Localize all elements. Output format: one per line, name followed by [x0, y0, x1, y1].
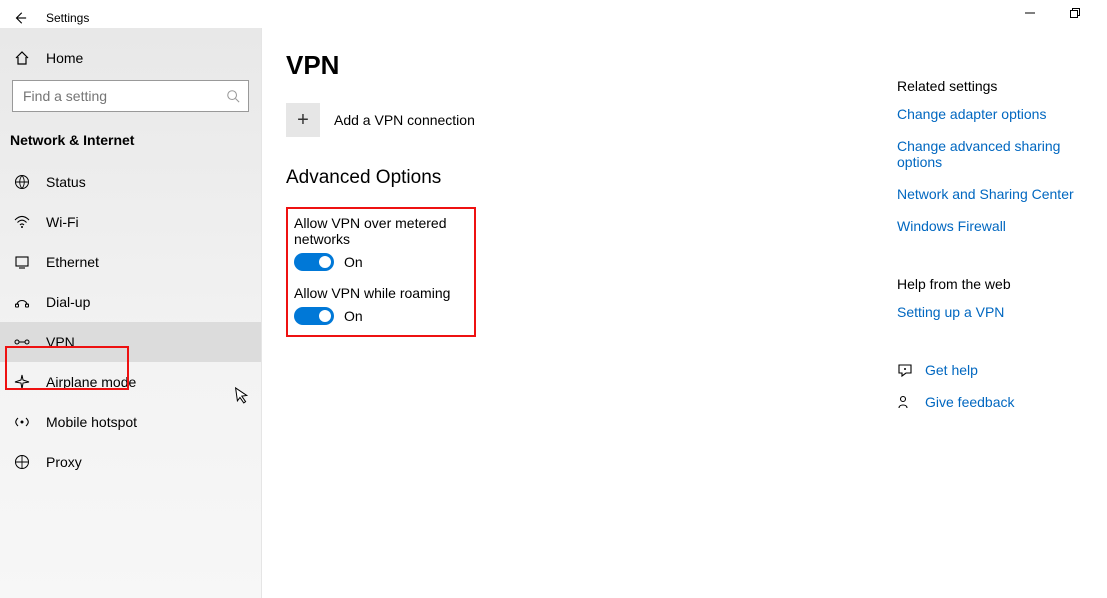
sidebar-item-label: Airplane mode: [46, 374, 136, 390]
search-icon: [226, 89, 240, 103]
sidebar-item-label: Mobile hotspot: [46, 414, 137, 430]
link-network-sharing-center[interactable]: Network and Sharing Center: [897, 186, 1097, 202]
toggle-state-roaming: On: [344, 308, 363, 324]
sidebar-item-proxy[interactable]: Proxy: [0, 442, 261, 482]
ethernet-icon: [14, 254, 30, 270]
status-icon: [14, 174, 30, 190]
sidebar: Settings Home Network & Internet Stat: [0, 28, 262, 598]
search-input[interactable]: [12, 80, 249, 112]
right-panel: Related settings Change adapter options …: [897, 48, 1097, 598]
toggle-metered[interactable]: [294, 253, 334, 271]
proxy-icon: [14, 454, 30, 470]
sidebar-item-ethernet[interactable]: Ethernet: [0, 242, 261, 282]
hotspot-icon: [14, 414, 30, 430]
vpn-icon: [14, 334, 30, 350]
sidebar-item-label: Dial-up: [46, 294, 90, 310]
sidebar-item-vpn[interactable]: VPN: [0, 322, 261, 362]
page-title: VPN: [286, 50, 897, 81]
link-setting-up-vpn[interactable]: Setting up a VPN: [897, 304, 1097, 320]
give-feedback-link[interactable]: Give feedback: [925, 394, 1015, 410]
sidebar-item-label: Proxy: [46, 454, 82, 470]
window-minimize-button[interactable]: [1007, 2, 1052, 24]
home-icon: [14, 50, 30, 66]
app-title: Settings: [46, 11, 89, 25]
toggle-roaming[interactable]: [294, 307, 334, 325]
sidebar-item-hotspot[interactable]: Mobile hotspot: [0, 402, 261, 442]
link-adapter-options[interactable]: Change adapter options: [897, 106, 1097, 122]
link-advanced-sharing[interactable]: Change advanced sharing options: [897, 138, 1097, 170]
sidebar-item-label: Ethernet: [46, 254, 99, 270]
link-windows-firewall[interactable]: Windows Firewall: [897, 218, 1097, 234]
give-feedback-row[interactable]: Give feedback: [897, 394, 1097, 410]
sidebar-item-wifi[interactable]: Wi-Fi: [0, 202, 261, 242]
option-label-metered: Allow VPN over metered networks: [294, 215, 468, 247]
wifi-icon: [14, 214, 30, 230]
feedback-icon: [897, 394, 913, 410]
airplane-icon: [14, 374, 30, 390]
sidebar-home-label: Home: [46, 50, 83, 66]
highlight-box-advanced-options: Allow VPN over metered networks On Allow…: [286, 207, 476, 337]
option-label-roaming: Allow VPN while roaming: [294, 285, 468, 301]
get-help-row[interactable]: Get help: [897, 362, 1097, 378]
main-content: VPN + Add a VPN connection Advanced Opti…: [286, 48, 897, 598]
help-from-web-heading: Help from the web: [897, 276, 1097, 292]
dialup-icon: [14, 294, 30, 310]
sidebar-nav: Status Wi-Fi Ethernet Dial-up: [0, 162, 261, 482]
sidebar-category: Network & Internet: [0, 118, 261, 162]
advanced-options-heading: Advanced Options: [286, 167, 897, 189]
sidebar-item-status[interactable]: Status: [0, 162, 261, 202]
sidebar-item-label: Wi-Fi: [46, 214, 79, 230]
add-vpn-button[interactable]: +: [286, 103, 320, 137]
plus-icon: +: [297, 109, 309, 132]
sidebar-item-dialup[interactable]: Dial-up: [0, 282, 261, 322]
sidebar-item-label: VPN: [46, 334, 75, 350]
add-vpn-row[interactable]: + Add a VPN connection: [286, 103, 897, 137]
add-vpn-label: Add a VPN connection: [334, 112, 475, 128]
related-settings-heading: Related settings: [897, 78, 1097, 94]
sidebar-item-label: Status: [46, 174, 86, 190]
back-button[interactable]: [6, 4, 34, 32]
toggle-state-metered: On: [344, 254, 363, 270]
get-help-link[interactable]: Get help: [925, 362, 978, 378]
sidebar-item-airplane[interactable]: Airplane mode: [0, 362, 261, 402]
sidebar-home[interactable]: Home: [0, 36, 261, 80]
window-maximize-button[interactable]: [1052, 2, 1097, 24]
search-field[interactable]: [21, 87, 226, 105]
get-help-icon: [897, 362, 913, 378]
